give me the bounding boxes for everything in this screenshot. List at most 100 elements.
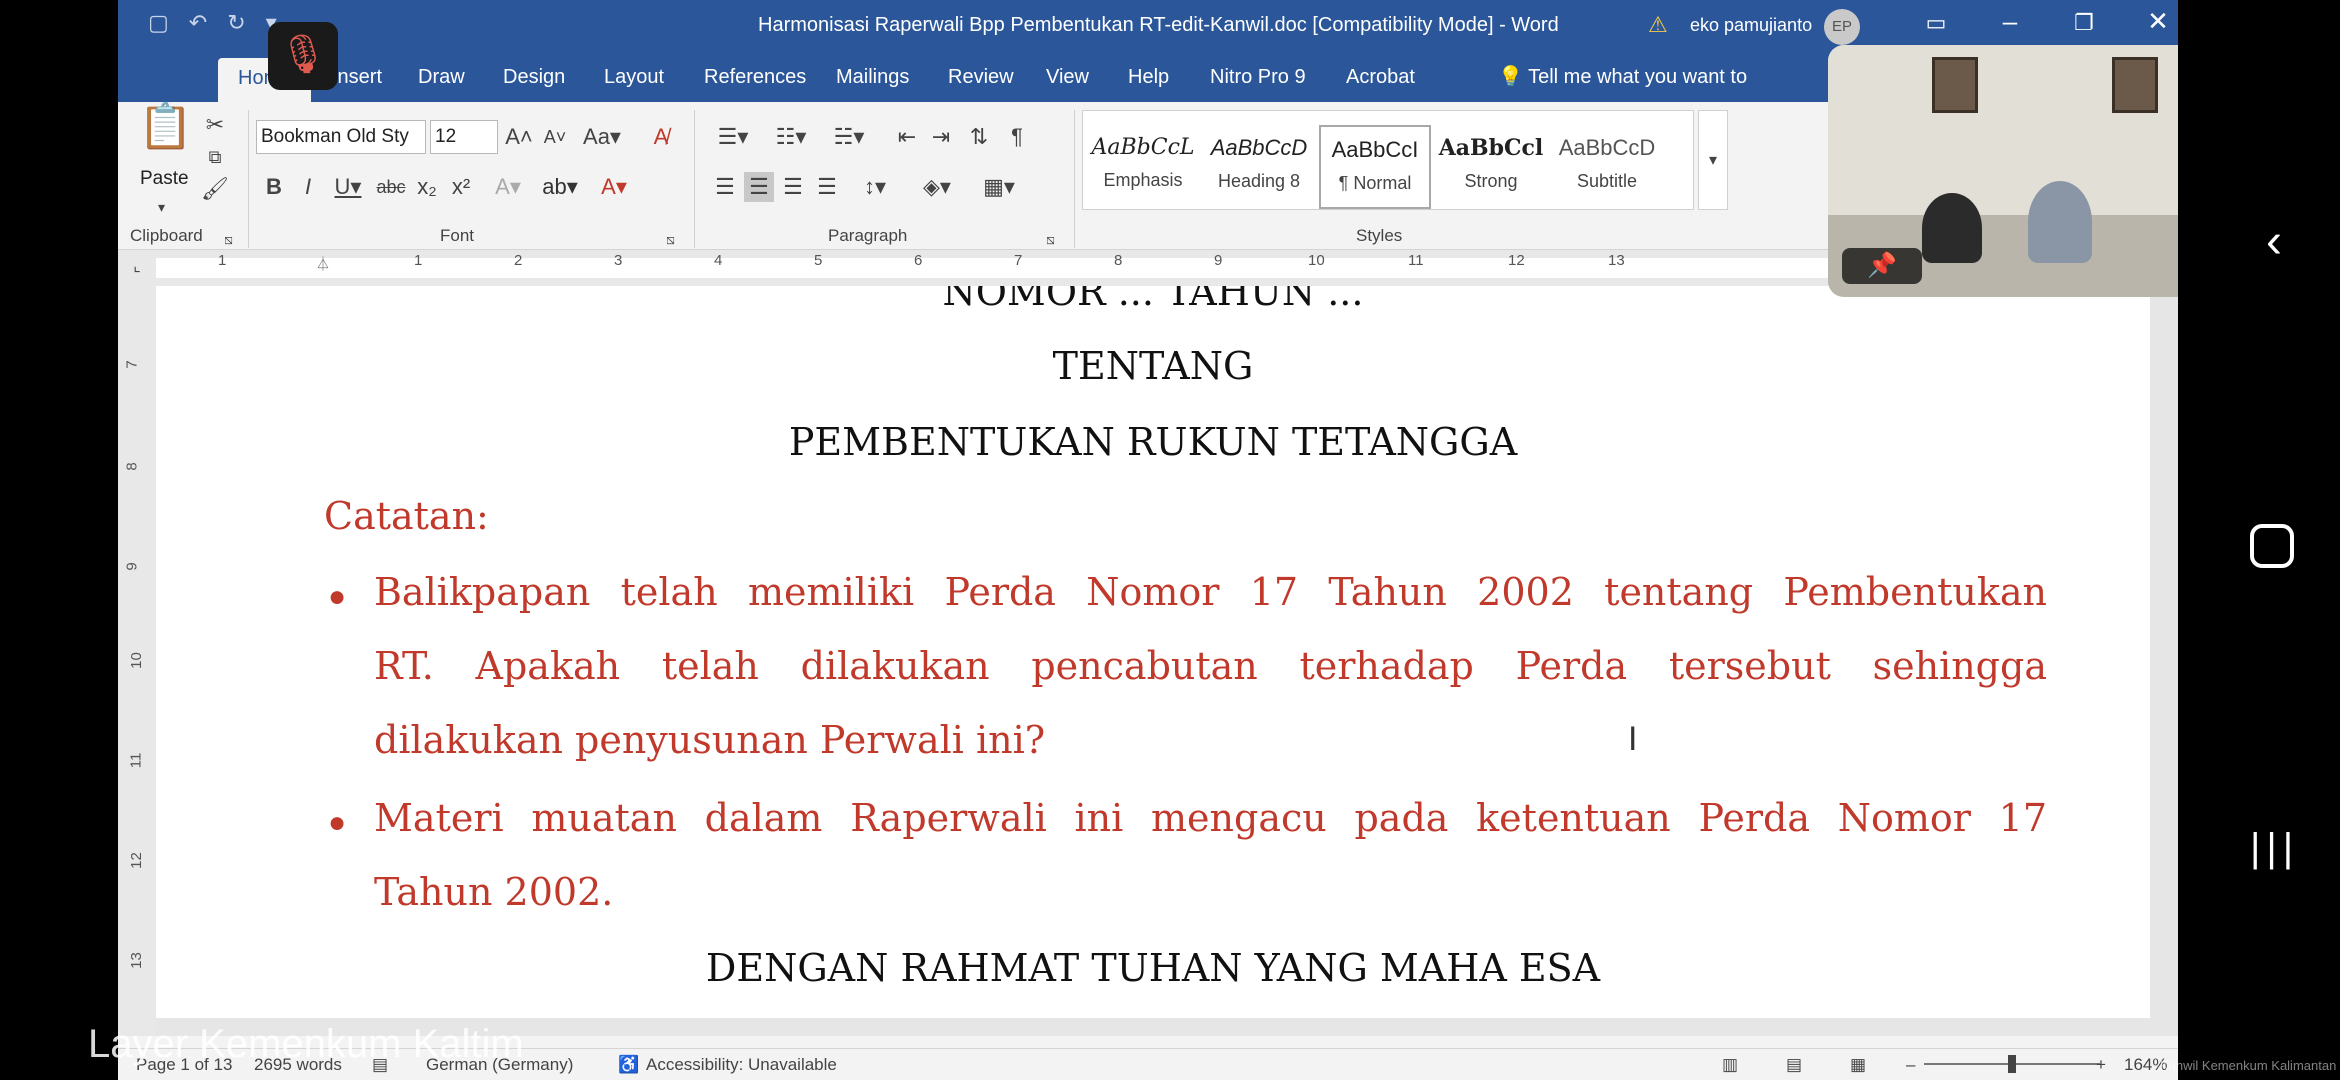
show-formatting-icon[interactable]: ¶ — [1002, 122, 1032, 152]
nav-recents-icon[interactable]: ||| — [2250, 826, 2296, 871]
ruler-number: 1 — [414, 252, 423, 269]
save-icon[interactable]: ▢ — [148, 10, 169, 36]
grow-font-icon[interactable]: A˄ — [504, 122, 534, 152]
tab-acrobat[interactable]: Acrobat — [1346, 66, 1415, 89]
tab-mailings[interactable]: Mailings — [836, 66, 909, 89]
style-subtitle[interactable]: AaBbCcD Subtitle — [1551, 125, 1663, 209]
italic-icon[interactable]: I — [294, 172, 322, 202]
doc-catatan: Catatan: — [324, 494, 489, 538]
accessibility-icon[interactable]: ♿ — [618, 1055, 639, 1075]
format-painter-icon[interactable]: 🖌 — [200, 174, 230, 204]
subscript-icon[interactable]: x₂ — [412, 172, 442, 202]
avatar[interactable]: EP — [1824, 9, 1860, 45]
video-call-overlay[interactable]: 📌 — [1828, 45, 2178, 297]
styles-more-icon[interactable]: ▾ — [1698, 110, 1728, 210]
sort-icon[interactable]: ⇅ — [964, 122, 994, 152]
clear-formatting-icon[interactable]: A̸ — [646, 122, 676, 152]
indent-marker-icon[interactable]: ⏃ — [316, 254, 330, 274]
style-strong[interactable]: AaBbCcl Strong — [1435, 125, 1547, 209]
align-right-icon[interactable]: ☰ — [778, 172, 808, 202]
line-spacing-icon[interactable]: ↕▾ — [852, 172, 898, 202]
bullet2-line: Tahun 2002. — [374, 870, 614, 914]
nav-back-icon[interactable]: ‹ — [2254, 214, 2294, 269]
font-group-label: Font — [440, 226, 475, 245]
web-layout-icon[interactable]: ▦ — [1850, 1055, 1866, 1075]
read-mode-icon[interactable]: ▥ — [1722, 1055, 1738, 1075]
font-name-combo[interactable]: Bookman Old Sty — [256, 120, 426, 154]
multilevel-list-icon[interactable]: ☵▾ — [826, 122, 872, 152]
tab-selector-icon[interactable]: ⌞ — [124, 252, 150, 282]
tab-draw[interactable]: Draw — [418, 66, 465, 89]
cut-icon[interactable]: ✂ — [200, 110, 230, 140]
user-name[interactable]: eko pamujianto — [1690, 15, 1812, 36]
style-heading-8[interactable]: AaBbCcD Heading 8 — [1203, 125, 1315, 209]
document-page[interactable]: NOMOR ... TAHUN ... TENTANG PEMBENTUKAN … — [156, 286, 2150, 1018]
tab-help[interactable]: Help — [1128, 66, 1169, 89]
tab-layout[interactable]: Layout — [604, 66, 664, 89]
style-normal[interactable]: AaBbCcI ¶ Normal — [1319, 125, 1431, 209]
tab-insert[interactable]: Insert — [332, 66, 382, 89]
bold-icon[interactable]: B — [260, 172, 288, 202]
paste-icon[interactable]: 📋 — [138, 105, 193, 172]
borders-icon[interactable]: ▦▾ — [976, 172, 1022, 202]
font-size-combo[interactable]: 12 — [430, 120, 498, 154]
undo-icon[interactable]: ↶ — [189, 10, 207, 36]
pin-icon[interactable]: 📌 — [1842, 248, 1922, 284]
copy-icon[interactable]: ⧉ — [200, 142, 230, 172]
tab-view[interactable]: View — [1046, 66, 1089, 89]
lightbulb-icon: 💡 — [1498, 66, 1523, 88]
ruler-number: 10 — [127, 652, 145, 669]
strikethrough-icon[interactable]: abc — [374, 172, 408, 202]
ruler-number: 7 — [1014, 252, 1023, 269]
style-emphasis[interactable]: AaBbCcL Emphasis — [1087, 125, 1199, 209]
tab-references[interactable]: References — [704, 66, 806, 89]
muted-mic-icon[interactable]: 🎙 — [268, 22, 338, 90]
document-area[interactable]: NOMOR ... TAHUN ... TENTANG PEMBENTUKAN … — [156, 286, 2178, 1036]
tab-design[interactable]: Design — [503, 66, 565, 89]
paste-dropdown-icon[interactable]: ▾ — [158, 192, 165, 222]
bullet-dot: ● — [328, 806, 347, 839]
redo-icon[interactable]: ↻ — [227, 10, 245, 36]
group-divider — [248, 110, 249, 248]
underline-icon[interactable]: U▾ — [328, 172, 368, 202]
zoom-slider-thumb[interactable] — [2008, 1055, 2016, 1073]
paste-button[interactable]: Paste — [140, 168, 189, 190]
doc-line-rahmat: DENGAN RAHMAT TUHAN YANG MAHA ESA — [705, 946, 1601, 990]
align-center-icon[interactable]: ☰ — [744, 172, 774, 202]
close-icon[interactable]: ✕ — [2138, 6, 2178, 37]
document-title: Harmonisasi Raperwali Bpp Pembentukan RT… — [758, 14, 1559, 36]
increase-indent-icon[interactable]: ⇥ — [926, 122, 956, 152]
shading-icon[interactable]: ◈▾ — [914, 172, 960, 202]
styles-gallery: AaBbCcL Emphasis AaBbCcD Heading 8 AaBbC… — [1082, 110, 1694, 210]
shrink-font-icon[interactable]: A˅ — [540, 122, 570, 152]
font-color-icon[interactable]: A▾ — [592, 172, 636, 202]
watermark-text: Layer Kemenkum Kaltim — [88, 1022, 524, 1066]
ruler-number: 2 — [514, 252, 523, 269]
zoom-out-icon[interactable]: – — [1906, 1055, 1915, 1075]
align-left-icon[interactable]: ☰ — [710, 172, 740, 202]
print-layout-icon[interactable]: ▤ — [1786, 1055, 1802, 1075]
superscript-icon[interactable]: x² — [446, 172, 476, 202]
highlight-icon[interactable]: ab▾ — [538, 172, 582, 202]
change-case-icon[interactable]: Aa▾ — [580, 122, 624, 152]
nav-home-icon[interactable] — [2250, 524, 2294, 568]
warning-triangle-icon[interactable]: ⚠ — [1648, 12, 1668, 38]
zoom-in-icon[interactable]: + — [2096, 1055, 2106, 1075]
numbering-icon[interactable]: ☷▾ — [768, 122, 814, 152]
tab-nitro[interactable]: Nitro Pro 9 — [1210, 66, 1306, 89]
restore-icon[interactable]: ❐ — [2064, 10, 2104, 36]
text-effects-icon[interactable]: A▾ — [488, 172, 528, 202]
ibeam-cursor-icon: I — [1628, 720, 1638, 758]
tab-review[interactable]: Review — [948, 66, 1014, 89]
ribbon-display-icon[interactable]: ▭ — [1916, 10, 1956, 36]
ruler-number: 8 — [1114, 252, 1123, 269]
accessibility-status[interactable]: Accessibility: Unavailable — [646, 1055, 837, 1075]
tell-me-search[interactable]: 💡 Tell me what you want to — [1498, 64, 1747, 89]
justify-icon[interactable]: ☰ — [812, 172, 842, 202]
ruler-number: 12 — [127, 852, 145, 869]
decrease-indent-icon[interactable]: ⇤ — [892, 122, 922, 152]
styles-group-label: Styles — [1356, 226, 1403, 245]
bullet-dot: ● — [328, 580, 347, 613]
minimize-icon[interactable]: – — [1990, 6, 2030, 37]
bullets-icon[interactable]: ☰▾ — [710, 122, 756, 152]
